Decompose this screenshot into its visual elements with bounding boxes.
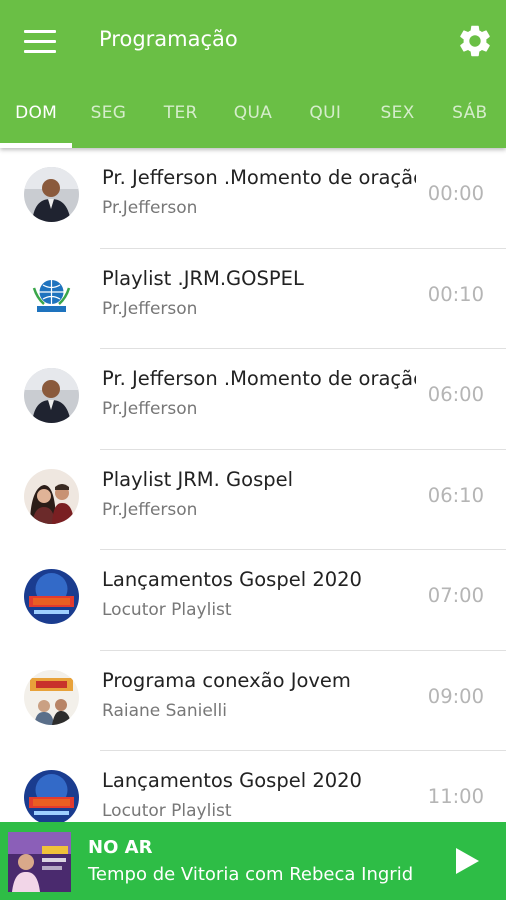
program-host: Locutor Playlist	[102, 801, 232, 821]
radio-logo-avatar	[24, 267, 79, 323]
jovem-logo-avatar	[24, 669, 79, 725]
play-icon[interactable]	[454, 847, 480, 875]
app-bar: Programação DOM SEG TER QUA QUI SEX SÁB	[0, 0, 506, 148]
now-playing-bar[interactable]: NO AR Tempo de Vitoria com Rebeca Ingrid	[0, 822, 506, 900]
couple-photo-avatar	[24, 468, 79, 524]
schedule-row[interactable]: Pr. Jefferson .Momento de oração Pr.Jeff…	[0, 349, 506, 450]
schedule-row[interactable]: Playlist .JRM.GOSPEL Pr.Jefferson 00:10	[0, 249, 506, 349]
program-host: Raiane Sanielli	[102, 700, 227, 721]
on-air-label: NO AR	[88, 837, 153, 858]
tab-seg[interactable]: SEG	[72, 90, 144, 136]
program-title: Pr. Jefferson .Momento de oração	[102, 166, 416, 189]
tab-qui[interactable]: QUI	[289, 90, 361, 136]
gospel-logo-avatar	[24, 770, 79, 822]
program-host: Pr.Jefferson	[102, 399, 198, 419]
program-time: 06:10	[427, 483, 484, 507]
tab-dom[interactable]: DOM	[0, 90, 72, 136]
now-playing-title: Tempo de Vitoria com Rebeca Ingrid	[88, 864, 414, 885]
page-title: Programação	[99, 27, 238, 51]
program-host: Pr.Jefferson	[102, 298, 198, 319]
program-title: Lançamentos Gospel 2020	[102, 769, 362, 792]
menu-icon[interactable]	[24, 30, 56, 54]
program-time: 06:00	[427, 383, 484, 406]
schedule-row[interactable]: Lançamentos Gospel 2020 Locutor Playlist…	[0, 751, 506, 822]
host-photo-avatar	[24, 167, 79, 222]
program-thumbnail	[8, 832, 71, 892]
host-photo-avatar	[24, 368, 79, 423]
tab-qua[interactable]: QUA	[217, 90, 289, 136]
tab-ter[interactable]: TER	[145, 90, 217, 136]
tab-sab[interactable]: SÁB	[434, 90, 506, 136]
program-title: Lançamentos Gospel 2020	[102, 568, 362, 591]
program-title: Programa conexão Jovem	[102, 668, 351, 692]
schedule-row[interactable]: Lançamentos Gospel 2020 Locutor Playlist…	[0, 550, 506, 651]
schedule-row[interactable]: Playlist JRM. Gospel Pr.Jefferson 06:10	[0, 450, 506, 550]
program-time: 09:00	[427, 684, 484, 708]
program-time: 00:10	[427, 282, 484, 306]
schedule-list: Pr. Jefferson .Momento de oração Pr.Jeff…	[0, 148, 506, 822]
program-time: 00:00	[427, 182, 484, 205]
program-time: 11:00	[427, 785, 484, 808]
schedule-row[interactable]: Programa conexão Jovem Raiane Sanielli 0…	[0, 651, 506, 751]
day-tabs: DOM SEG TER QUA QUI SEX SÁB	[0, 90, 506, 136]
active-tab-indicator	[0, 143, 72, 148]
program-title: Playlist .JRM.GOSPEL	[102, 266, 304, 290]
program-title: Playlist JRM. Gospel	[102, 467, 294, 491]
program-title: Pr. Jefferson .Momento de oração	[102, 367, 416, 390]
program-time: 07:00	[427, 584, 484, 607]
program-host: Pr.Jefferson	[102, 198, 198, 218]
tab-sex[interactable]: SEX	[361, 90, 433, 136]
gear-icon[interactable]	[456, 22, 494, 60]
gospel-logo-avatar	[24, 569, 79, 624]
schedule-row[interactable]: Pr. Jefferson .Momento de oração Pr.Jeff…	[0, 148, 506, 249]
program-host: Pr.Jefferson	[102, 499, 198, 520]
program-host: Locutor Playlist	[102, 600, 232, 620]
